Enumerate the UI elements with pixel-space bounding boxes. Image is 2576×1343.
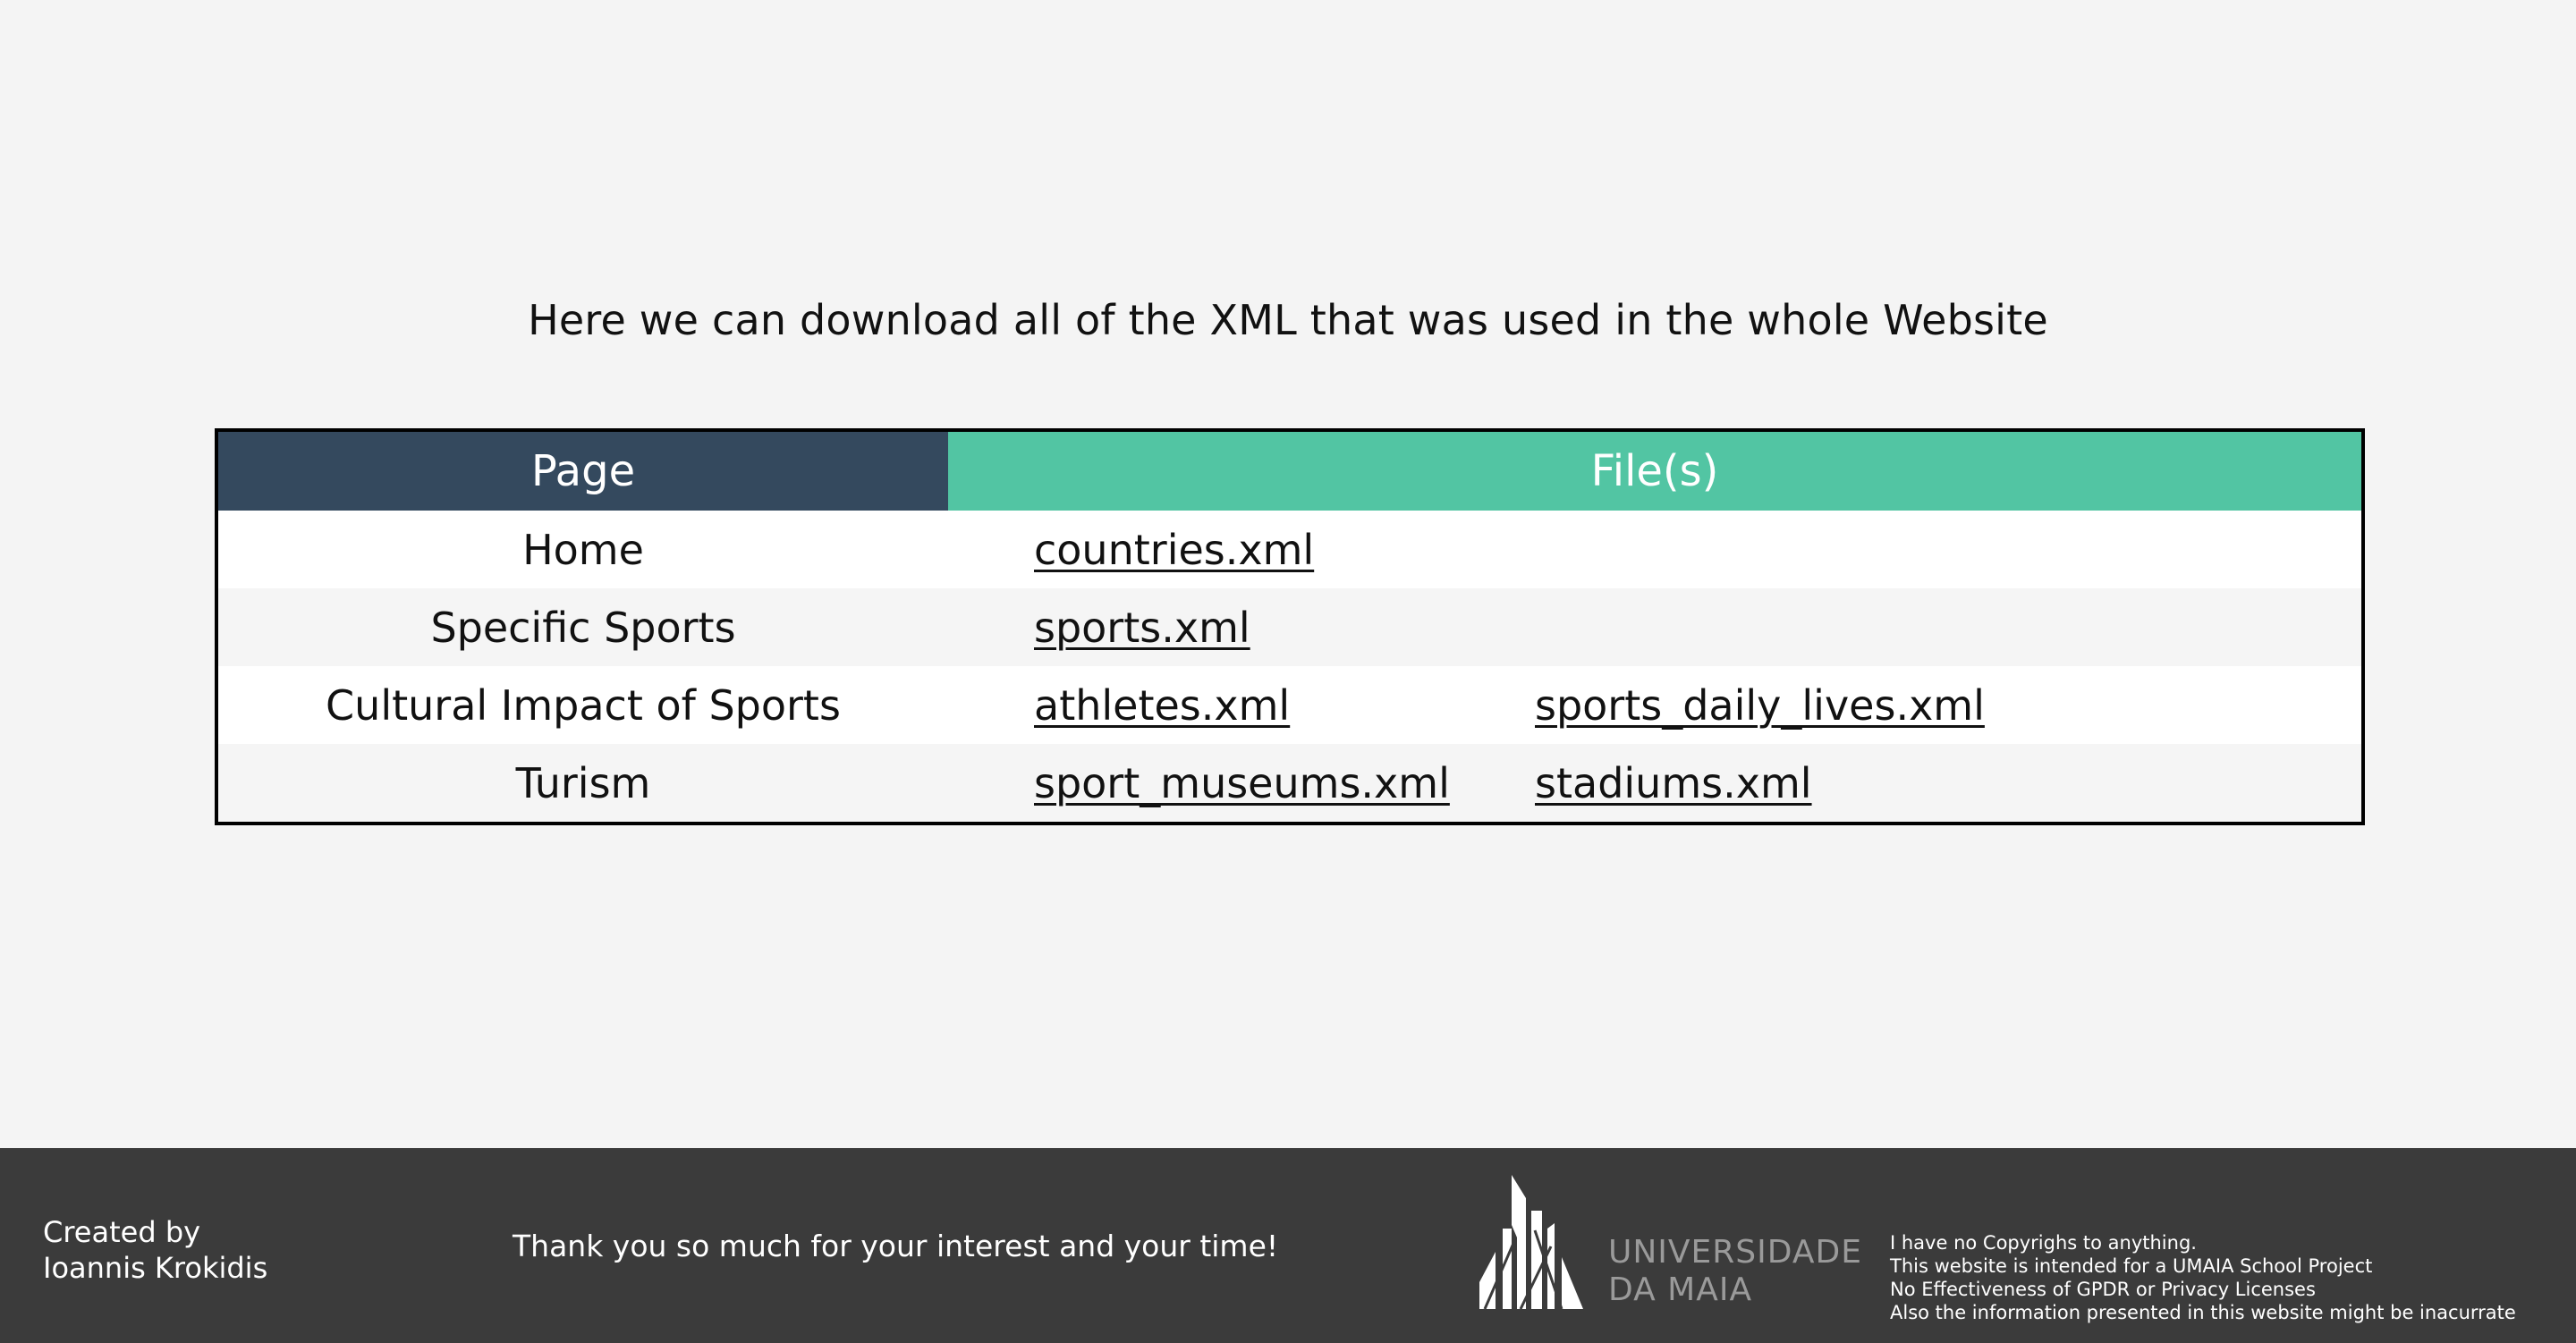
thanks-message: Thank you so much for your interest and … — [513, 1229, 1279, 1263]
logo-text-line1: UNIVERSIDADE — [1608, 1234, 1862, 1271]
page-cell: Turism — [216, 744, 948, 824]
table-row: Cultural Impact of Sports athletes.xml sp… — [216, 666, 2363, 744]
files-cell: athletes.xml sports_daily_lives.xml — [948, 666, 2363, 744]
file-link-sports-daily-lives-xml[interactable]: sports_daily_lives.xml — [1535, 681, 1985, 730]
author-name: Ioannis Krokidis — [43, 1251, 268, 1285]
created-by-label: Created by — [43, 1215, 201, 1249]
intro-text: Here we can download all of the XML that… — [528, 296, 2048, 344]
file-link-sport-museums-xml[interactable]: sport_museums.xml — [1034, 759, 1535, 807]
page-cell: Cultural Impact of Sports — [216, 666, 948, 744]
logo-text-line2: DA MAIA — [1608, 1271, 1753, 1308]
table-row: Home countries.xml — [216, 511, 2363, 588]
main-content: Here we can download all of the XML that… — [0, 0, 2576, 1148]
university-building-logo-icon — [1479, 1175, 1583, 1310]
page-cell: Home — [216, 511, 948, 588]
logo-text: UNIVERSIDADE DA MAIA — [1608, 1234, 1862, 1309]
footer: Created by Ioannis Krokidis Thank you so… — [0, 1148, 2576, 1343]
files-cell: sports.xml — [948, 588, 2363, 666]
column-header-page: Page — [216, 430, 948, 511]
disclaimer: I have no Copyrighs to anything. This we… — [1890, 1231, 2516, 1324]
page-cell: Specific Sports — [216, 588, 948, 666]
file-link-athletes-xml[interactable]: athletes.xml — [1034, 681, 1535, 730]
table-row: Turism sport_museums.xml stadiums.xml — [216, 744, 2363, 824]
files-cell: sport_museums.xml stadiums.xml — [948, 744, 2363, 824]
disclaimer-line: Also the information presented in this w… — [1890, 1302, 2516, 1323]
table-header-row: Page File(s) — [216, 430, 2363, 511]
column-header-files: File(s) — [948, 430, 2363, 511]
xml-files-table: Page File(s) Home countries.xml Specific… — [215, 428, 2365, 825]
files-cell: countries.xml — [948, 511, 2363, 588]
university-logo: UNIVERSIDADE DA MAIA — [1476, 1175, 1862, 1318]
table-row: Specific Sports sports.xml — [216, 588, 2363, 666]
file-link-countries-xml[interactable]: countries.xml — [1034, 526, 1535, 574]
disclaimer-line: No Effectiveness of GPDR or Privacy Lice… — [1890, 1279, 2316, 1300]
file-link-stadiums-xml[interactable]: stadiums.xml — [1535, 759, 1812, 807]
file-link-sports-xml[interactable]: sports.xml — [1034, 604, 1535, 652]
disclaimer-line: This website is intended for a UMAIA Sch… — [1890, 1255, 2373, 1277]
author-credit: Created by Ioannis Krokidis — [43, 1214, 267, 1286]
disclaimer-line: I have no Copyrighs to anything. — [1890, 1232, 2197, 1254]
